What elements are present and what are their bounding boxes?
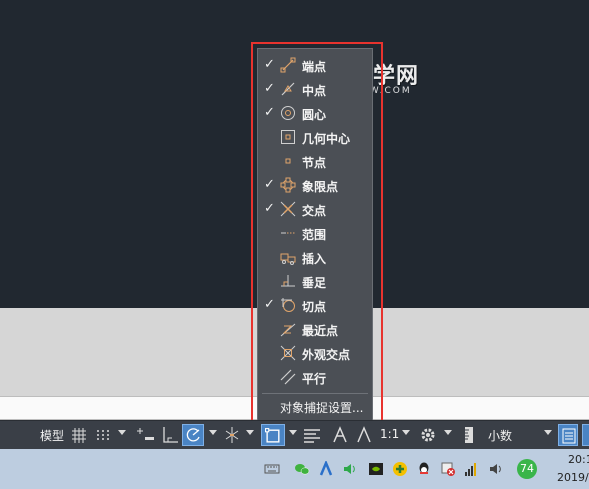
badge-circle[interactable]: 74 xyxy=(517,459,537,479)
menu-item-label: 圆心 xyxy=(302,108,327,122)
center-icon xyxy=(281,106,295,120)
security-plus-icon[interactable] xyxy=(392,461,408,477)
wechat-icon[interactable] xyxy=(294,461,310,477)
menu-item-parallel[interactable]: 平行 xyxy=(258,365,372,389)
midpoint-icon xyxy=(281,82,295,96)
snap-grid-icon[interactable] xyxy=(94,424,112,446)
menu-item-label: 平行 xyxy=(302,372,327,386)
check-icon: ✓ xyxy=(264,177,275,192)
model-tab[interactable]: 模型 xyxy=(40,427,64,444)
menu-item-label: 交点 xyxy=(302,204,327,218)
parallel-icon xyxy=(280,369,296,385)
isometric-icon[interactable] xyxy=(222,424,242,446)
menu-item-label: 切点 xyxy=(302,300,327,314)
menu-item-quadrant[interactable]: ✓ 象限点 xyxy=(258,173,372,197)
menu-item-label: 节点 xyxy=(302,156,327,170)
ortho-icon[interactable] xyxy=(160,424,180,446)
menu-item-label: 范围 xyxy=(302,228,327,242)
check-icon: ✓ xyxy=(264,297,275,312)
gear-icon[interactable] xyxy=(418,424,438,446)
menu-item-nearest[interactable]: 最近点 xyxy=(258,317,372,341)
menu-item-apparent-intersection[interactable]: 外观交点 xyxy=(258,341,372,365)
apparent-intersection-icon xyxy=(280,345,296,361)
tangent-icon xyxy=(281,298,295,312)
chevron-down-icon[interactable] xyxy=(402,430,410,435)
menu-item-extension[interactable]: 范围 xyxy=(258,221,372,245)
check-icon: ✓ xyxy=(264,81,275,96)
nearest-icon xyxy=(280,323,296,337)
menu-item-label: 垂足 xyxy=(302,276,327,290)
status-bar: 模型 1:1 小数 xyxy=(0,420,589,449)
quadrant-icon xyxy=(280,177,296,193)
extension-icon xyxy=(281,232,295,234)
annotation-visibility-icon[interactable] xyxy=(330,424,350,446)
annotation-scale-icon[interactable] xyxy=(354,424,374,446)
speaker-green-icon[interactable] xyxy=(342,461,358,477)
scale-dropdown[interactable]: 1:1 xyxy=(380,427,399,441)
object-snap-button[interactable] xyxy=(261,424,285,446)
node-icon xyxy=(285,158,291,164)
menu-item-insertion[interactable]: 插入 xyxy=(258,245,372,269)
menu-item-intersection[interactable]: ✓ 交点 xyxy=(258,197,372,221)
menu-item-center[interactable]: ✓ 圆心 xyxy=(258,101,372,125)
menu-item-geometric-center[interactable]: 几何中心 xyxy=(258,125,372,149)
units-dropdown[interactable]: 小数 xyxy=(488,427,512,444)
object-snap-menu: ✓ 端点 ✓ 中点 ✓ 圆心 几何中心 节点 ✓ 象限点 ✓ 交点 范围 插入 xyxy=(257,48,373,421)
polar-tracking-button[interactable] xyxy=(182,424,204,446)
signal-icon[interactable] xyxy=(464,461,480,477)
nvidia-icon[interactable] xyxy=(368,461,384,477)
insertion-icon xyxy=(280,253,296,265)
check-icon: ✓ xyxy=(264,57,275,72)
menu-item-midpoint[interactable]: ✓ 中点 xyxy=(258,77,372,101)
chevron-down-icon[interactable] xyxy=(544,430,552,435)
lineweight-icon[interactable] xyxy=(302,424,322,446)
keyboard-icon[interactable] xyxy=(264,461,280,477)
dynamic-input-icon[interactable] xyxy=(136,424,156,446)
polar-tracking-icon xyxy=(186,428,200,442)
menu-item-label: 中点 xyxy=(302,84,327,98)
menu-item-label: 几何中心 xyxy=(302,132,351,146)
menu-item-tangent[interactable]: ✓ 切点 xyxy=(258,293,372,317)
chevron-down-icon[interactable] xyxy=(246,430,254,435)
menu-item-label: 插入 xyxy=(302,252,327,266)
menu-item-label: 外观交点 xyxy=(302,348,351,362)
qq-icon[interactable] xyxy=(416,461,432,477)
check-icon: ✓ xyxy=(264,105,275,120)
grid-icon[interactable] xyxy=(70,424,88,446)
endpoint-icon xyxy=(280,57,296,73)
menu-item-perpendicular[interactable]: 垂足 xyxy=(258,269,372,293)
object-snap-icon xyxy=(265,428,280,443)
menu-item-label: 象限点 xyxy=(302,180,339,194)
object-snap-settings-item[interactable]: 对象捕捉设置... xyxy=(280,399,363,416)
properties-icon xyxy=(562,428,576,444)
perpendicular-icon xyxy=(281,275,295,287)
chevron-down-icon[interactable] xyxy=(444,430,452,435)
volume-icon[interactable] xyxy=(488,461,504,477)
check-icon: ✓ xyxy=(264,201,275,216)
units-icon xyxy=(465,427,473,443)
properties-button[interactable] xyxy=(558,424,578,446)
chevron-down-icon[interactable] xyxy=(209,430,217,435)
geometric-center-icon xyxy=(281,130,295,144)
intersection-icon xyxy=(280,201,296,217)
menu-item-label: 端点 xyxy=(302,60,327,74)
menu-item-label: 最近点 xyxy=(302,324,339,338)
badge-count: 74 xyxy=(520,462,534,475)
chevron-down-icon[interactable] xyxy=(289,430,297,435)
clean-screen-button[interactable] xyxy=(582,424,589,446)
menu-item-node[interactable]: 节点 xyxy=(258,149,372,173)
clock-time: 20:1 xyxy=(568,453,589,466)
menu-item-endpoint[interactable]: ✓ 端点 xyxy=(258,53,372,77)
menu-separator xyxy=(262,393,368,394)
app-a-icon[interactable] xyxy=(318,461,334,477)
chevron-down-icon[interactable] xyxy=(118,430,126,435)
network-disconnected-icon[interactable] xyxy=(440,461,456,477)
clock-date: 2019/ xyxy=(557,471,589,484)
